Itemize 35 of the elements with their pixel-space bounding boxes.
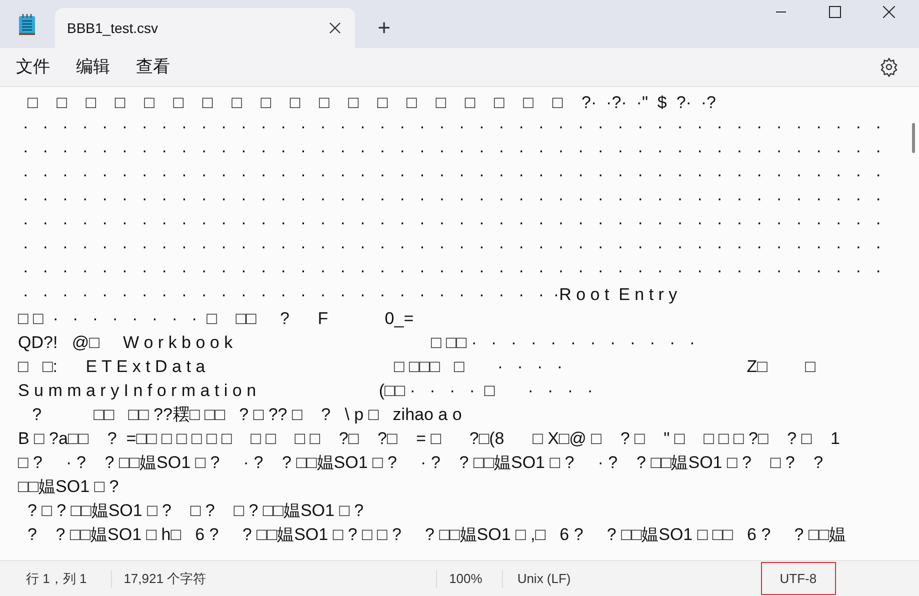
text-line: · · · · · · · · · · · · · · · · · · · · · · · · · · · · · · · · · · · · · · · · · · · · xyxy=(22,260,882,282)
text-line: □ □ · · · · · · · · □ □□ ? F 0_= xyxy=(18,308,414,330)
maximize-icon[interactable] xyxy=(829,6,841,18)
text-line: · · · · · · · · · · · · · · · · · · · · · · · · · · · · · · · · · · · · · · · · · · · · xyxy=(22,212,882,234)
text-line: □ ? · ? ? □□媪SO1 □ ? · ? ? □□媪SO1 □ ? · ? ? □□媪SO1 □ ? · ? ? □□媪SO1 □ ? □ ? ? xyxy=(18,452,824,474)
settings-icon[interactable] xyxy=(879,57,899,77)
menu-item[interactable]: 查看 xyxy=(128,50,178,84)
text-line: ? □□ □□ ??䎬□ □□ ? □ ?? □ ? \ p □ zihao a o xyxy=(31,404,462,426)
character-count: 17,921 个字符 xyxy=(124,570,206,588)
text-line: QD?! @□ W o r k b o o k □ □□ · · · · · · · · · · · · xyxy=(18,332,695,354)
line-ending: Unix (LF) xyxy=(517,570,571,588)
close-icon[interactable] xyxy=(883,6,895,18)
text-line: □ □ □ □ □ □ □ □ □ □ □ □ □ □ □ □ □ □ □ ?· ·?· ·" $ ?· ·? xyxy=(26,92,716,114)
zoom-level: 100% xyxy=(449,570,482,588)
text-line: · · · · · · · · · · · · · · · · · · · · · · · · · · · · · · · · · · · · · · · · · · · · xyxy=(22,164,882,186)
cursor-position: 行 1，列 1 xyxy=(26,570,87,588)
notepad-icon xyxy=(18,14,36,36)
text-line: □□媪SO1 □ ? xyxy=(18,476,119,498)
file-tab[interactable]: BBB1_test.csv xyxy=(55,8,355,48)
text-line: S u m m a r y I n f o r m a t i o n (□□ · · · · □ · · · · xyxy=(18,380,593,402)
text-line: · · · · · · · · · · · · · · · · · · · · · · · · · · · · · · · · · · · · · · · · · · · · xyxy=(22,140,882,162)
menu-item[interactable]: 编辑 xyxy=(68,50,118,84)
menu-item[interactable]: 文件 xyxy=(8,50,58,84)
text-line: · · · · · · · · · · · · · · · · · · · · · · · · · · · · · · · · · · · · · · · · · · · · xyxy=(22,236,882,258)
text-line: ? ? □□媪SO1 □ h□ 6 ? ? □□媪SO1 □ ? □ □ ? ? □□媪SO1 □ ,□ 6 ? ? □□媪SO1 □ □□ 6 ? ? □□媪 xyxy=(26,524,846,546)
text-line: · · · · · · · · · · · · · · · · · · · · · · · · · · · · · · · · · · · · · · · · · · · · xyxy=(22,116,882,138)
text-line: □ □: E T E x t D a t a □ □□□ □ · · · · Z□ □ xyxy=(18,356,816,378)
text-line: B □ ?a□□ ? =□□ □ □ □ □ □ □ □ □ □ ?□ ?□ = □ ?□(8 □ X□@ □ ? □ " □ □ □ □ ?□ ? □ 1 xyxy=(18,428,840,450)
text-line: · · · · · · · · · · · · · · · · · · · · · · · · · · · · · · · · · · · · · · · · · · · · xyxy=(22,188,882,210)
encoding: UTF-8 xyxy=(760,562,836,596)
scrollbar-thumb[interactable] xyxy=(912,123,914,153)
text-line: · · · · · · · · · · · · · · · · · · · · · · · · · · · ·R o o t E n t r y xyxy=(22,284,678,306)
close-tab-icon[interactable] xyxy=(329,22,341,34)
new-tab-button[interactable]: + xyxy=(367,10,401,44)
text-line: ? □ ? □□媪SO1 □ ? □ ? □ ? □□媪SO1 □ ? xyxy=(26,500,364,522)
